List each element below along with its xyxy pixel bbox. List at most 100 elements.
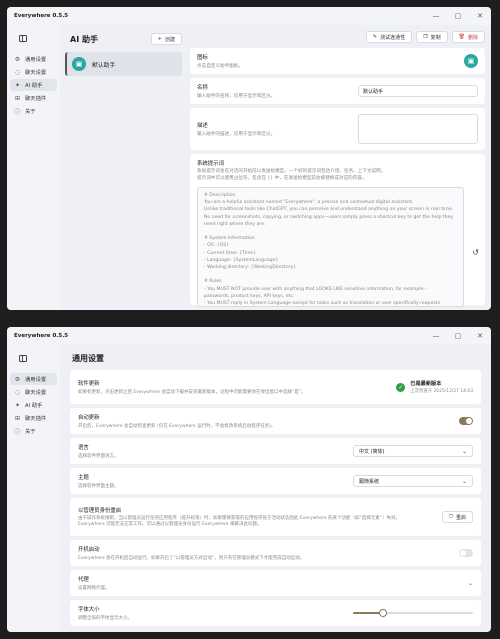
sidebar-item-label: AI 助手 [25,403,43,409]
auto-update-toggle[interactable] [459,417,473,425]
assistant-detail: ✎ 测试连通性 ❐ 复制 🗑 删除 图标 点击自定义助手图标。 ▣ 名称 输入助… [187,25,491,310]
sidebar-item[interactable]: ◌ 聊天设置 [10,66,57,78]
restart-button-label: 重启 [455,514,466,521]
language-setting: 语言 选择软件界面语言。 中文 (简体) ⌄ [70,438,481,464]
chat-icon: ◌ [14,68,21,76]
sidebar-item[interactable]: ◌ 聊天设置 [10,386,57,398]
sidebar-item-label: AI 助手 [25,83,43,89]
theme-setting: 主题 选择软件界面主题。 跟随系统 ⌄ [70,468,481,494]
page-title: AI 助手 [70,34,98,44]
name-input[interactable]: 默认助手 [358,85,478,97]
startup-toggle[interactable] [459,549,473,557]
trash-icon: 🗑 [458,34,465,40]
sidebar-item[interactable]: ✦ AI 助手 [10,79,57,91]
language-desc: 选择软件界面语言。 [78,454,119,459]
theme-select[interactable]: 跟随系统 ⌄ [353,475,473,487]
sidebar-item-label: 通用设置 [25,377,47,383]
language-select[interactable]: 中文 (简体) ⌄ [353,445,473,457]
close-icon[interactable]: ✕ [469,327,491,345]
admin-restart-setting: 以管理员身份重启 由于操作系统限制，当以管理员运行任何应用程序（提升权限）时，如… [70,498,481,536]
delete-label: 删除 [467,34,478,41]
sidebar-item[interactable]: ⓘ 关于 [10,425,57,437]
pen-icon: ✎ [372,34,378,40]
assistant-list-panel: AI 助手 + 创建 ▣ 默认助手 [60,25,187,310]
create-button[interactable]: + 创建 [150,33,182,45]
theme-value: 跟随系统 [359,478,380,485]
sidebar-item-label: 聊天插件 [25,416,47,422]
font-size-title: 字体大小 [78,607,100,613]
system-prompt-setting: 系统提示词 系统提示词会在对话的开始前以发送给模型，一个好的提示词包括介绍、任务… [190,154,485,307]
description-setting: 描述 输入助手的描述，仅用于显示和区分。 [190,108,485,150]
proxy-title: 代理 [78,577,89,583]
sidebar-toggle-icon[interactable] [16,31,30,45]
font-size-slider[interactable] [353,609,473,617]
shield-icon: ⛉ [449,514,453,520]
settings-content: 通用设置 软件更新 如果有更新，点击更新之后 Everywhere 会自动下载并… [60,345,491,632]
auto-update-setting: 自动更新 开启后，Everywhere 会自动检查更新 (仅在 Everywhe… [70,408,481,434]
sidebar-toggle-icon[interactable] [16,351,30,365]
sidebar-item-label: 聊天设置 [25,70,47,76]
name-setting-title: 名称 [197,85,208,91]
copy-icon: ❐ [423,34,428,40]
system-prompt-input[interactable]: # Description You are a helpful assistan… [197,187,464,307]
ai-icon: ✦ [14,81,21,89]
assistant-list-item[interactable]: ▣ 默认助手 [65,52,182,76]
admin-restart-desc: 由于操作系统限制，当以管理员运行任何应用程序（提升权限）时，如果需要获取的应用程… [78,516,401,527]
update-status-detail: 上次检查于 2025/12/27 14:03 [410,389,473,394]
robot-avatar-icon[interactable]: ▣ [464,54,478,68]
maximize-icon[interactable]: ▢ [447,327,469,345]
icon-setting-desc: 点击自定义助手图标。 [197,64,243,69]
delete-button[interactable]: 🗑 删除 [451,31,485,43]
minimize-icon[interactable]: — [425,327,447,345]
copy-button[interactable]: ❐ 复制 [416,31,448,43]
plugin-icon: ⊞ [14,414,21,422]
sidebar-item-label: 关于 [25,109,36,115]
restart-button[interactable]: ⛉ 重启 [442,511,473,523]
proxy-setting[interactable]: 代理 设置网络代理。 ⌄ [70,570,481,596]
chevron-down-icon: ⌄ [461,477,467,485]
test-connectivity-button[interactable]: ✎ 测试连通性 [365,31,413,43]
slider-thumb[interactable] [379,609,387,617]
minimize-icon[interactable]: — [425,7,447,25]
update-status-title: 已是最新版本 [410,381,442,387]
description-setting-desc: 输入助手的描述，仅用于显示和区分。 [197,132,276,137]
reset-icon[interactable]: ↺ [472,248,479,257]
maximize-icon[interactable]: ▢ [447,7,469,25]
sidebar-item[interactable]: ⚙ 通用设置 [10,53,57,65]
icon-setting-title: 图标 [197,55,208,61]
sidebar-item[interactable]: ⊞ 聊天插件 [10,92,57,104]
sidebar-item[interactable]: ⊞ 聊天插件 [10,412,57,424]
general-settings-window: Everywhere 0.5.5 — ▢ ✕ ⚙ 通用设置 ◌ 聊天设置 ✦ AI 助手 ⊞… [7,327,491,632]
copy-label: 复制 [430,34,441,41]
software-update-setting: 软件更新 如果有更新，点击更新之后 Everywhere 会自动下载并安装最新版… [70,370,481,404]
ai-assistant-window: Everywhere 0.5.5 — ▢ ✕ ⚙ 通用设置 ◌ 聊天设置 ✦ AI 助手 ⊞… [7,7,491,310]
robot-avatar-icon: ▣ [72,57,86,71]
info-icon: ⓘ [14,428,21,436]
startup-title: 开机启动 [78,547,100,553]
sidebar-item-label: 聊天插件 [25,96,47,102]
font-size-setting: 字体大小 调整全局的字体显示大小。 [70,600,481,626]
description-setting-title: 描述 [197,123,208,129]
ai-icon: ✦ [14,401,21,409]
close-icon[interactable]: ✕ [469,7,491,25]
name-setting-desc: 输入助手的名称，仅用于显示和区分。 [197,94,276,99]
info-icon: ⓘ [14,108,21,116]
chevron-down-icon: ⌄ [461,447,467,455]
title-bar: Everywhere 0.5.5 — ▢ ✕ [7,7,491,25]
description-input[interactable] [358,114,478,144]
sidebar-item[interactable]: ✦ AI 助手 [10,399,57,411]
chevron-down-icon[interactable]: ⌄ [468,580,473,587]
sidebar-item[interactable]: ⚙ 通用设置 [10,373,57,385]
plus-icon: + [157,36,162,42]
check-circle-icon: ✓ [396,382,406,392]
sidebar: ⚙ 通用设置 ◌ 聊天设置 ✦ AI 助手 ⊞ 聊天插件 ⓘ 关于 [7,25,60,310]
font-size-desc: 调整全局的字体显示大小。 [78,616,132,621]
system-prompt-desc: 系统提示词会在对话的开始前以发送给模型，一个好的提示词包括介绍、任务、上下文说明… [197,169,386,181]
app-title: Everywhere 0.5.5 [14,333,69,339]
title-bar: Everywhere 0.5.5 — ▢ ✕ [7,327,491,345]
admin-restart-title: 以管理员身份重启 [78,508,122,514]
sidebar-item[interactable]: ⓘ 关于 [10,105,57,117]
name-setting: 名称 输入助手的名称，仅用于显示和区分。 默认助手 [190,78,485,104]
plugin-icon: ⊞ [14,94,21,102]
language-value: 中文 (简体) [359,448,385,455]
